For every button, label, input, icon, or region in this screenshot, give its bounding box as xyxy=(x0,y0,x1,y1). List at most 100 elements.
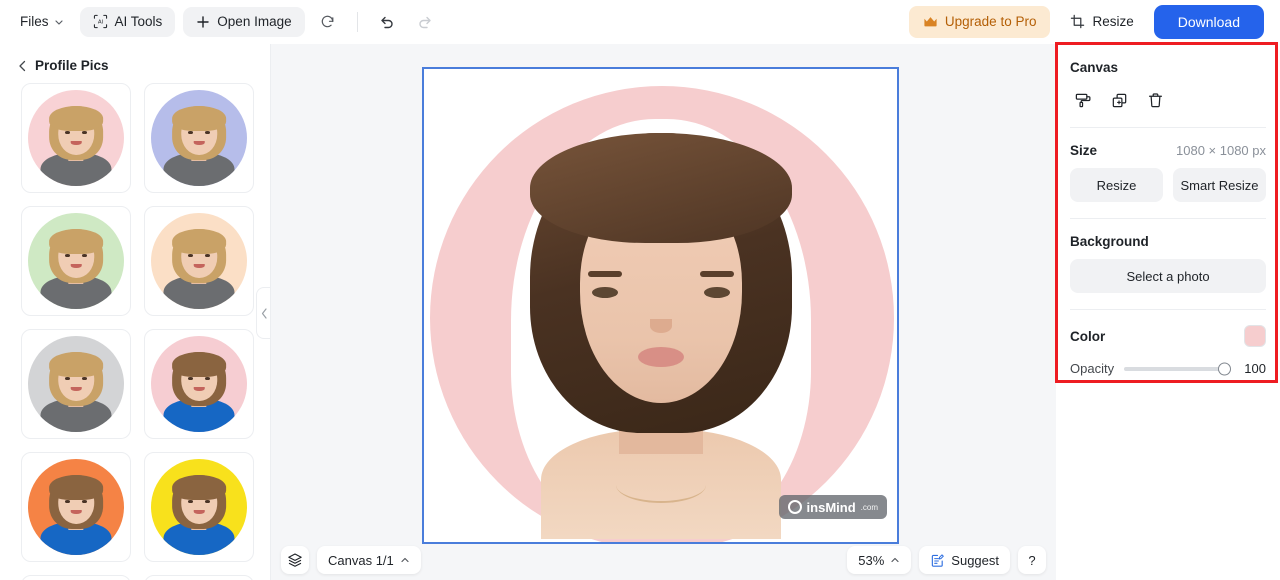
help-button[interactable]: ? xyxy=(1018,546,1046,574)
sticker-lips xyxy=(637,347,684,367)
size-label: Size xyxy=(1070,143,1098,158)
trash-icon[interactable] xyxy=(1142,87,1168,113)
zoom-level-label: 53% xyxy=(858,552,885,568)
canvas-section: Canvas xyxy=(1056,44,1280,127)
thumbnail-circle xyxy=(151,213,247,309)
canvas-section-title: Canvas xyxy=(1070,60,1119,75)
upgrade-label: Upgrade to Pro xyxy=(944,14,1037,29)
redo-button[interactable] xyxy=(410,7,440,37)
layers-button[interactable] xyxy=(281,546,309,574)
resize-button[interactable]: Resize xyxy=(1060,6,1143,38)
toolbar-divider xyxy=(356,11,358,32)
files-label: Files xyxy=(20,14,49,29)
profile-pic-thumbnail[interactable] xyxy=(144,83,254,193)
paint-roller-icon[interactable] xyxy=(1070,87,1096,113)
sticker-necklace xyxy=(615,467,706,503)
thumb-eye-right xyxy=(81,377,87,381)
color-swatch[interactable] xyxy=(1244,325,1266,347)
crop-icon xyxy=(1070,14,1085,29)
plus-icon xyxy=(196,15,210,29)
thumbnail-circle xyxy=(151,336,247,432)
color-label: Color xyxy=(1070,328,1106,344)
refresh-button[interactable] xyxy=(313,7,343,37)
profile-pic-thumbnail[interactable] xyxy=(21,452,131,562)
insmind-logo-icon xyxy=(787,500,802,514)
thumb-eye-right xyxy=(81,500,87,504)
background-section: Background Select a photo xyxy=(1056,219,1280,293)
profile-pic-thumbnail[interactable] xyxy=(144,452,254,562)
smart-resize-button[interactable]: Smart Resize xyxy=(1173,168,1266,202)
sticker-eyebrow-right xyxy=(699,271,734,277)
canvas-tool-icons xyxy=(1070,75,1266,127)
background-label: Background xyxy=(1070,234,1149,249)
thumb-hair-front xyxy=(49,229,103,255)
thumbnail-circle xyxy=(28,213,124,309)
profile-pic-thumbnail[interactable] xyxy=(21,83,131,193)
thumb-hair-front xyxy=(172,475,226,501)
resize-panel-button[interactable]: Resize xyxy=(1070,168,1163,202)
thumb-eye-right xyxy=(81,131,87,135)
canvas-artboard[interactable]: insMind .com xyxy=(422,67,899,544)
sidebar-collapse-handle[interactable] xyxy=(256,287,270,339)
chevron-up-icon xyxy=(400,555,410,565)
sidebar-title: Profile Pics xyxy=(35,58,109,73)
refresh-icon xyxy=(319,13,336,30)
portrait-sticker[interactable] xyxy=(496,119,826,539)
canvas-stage[interactable]: insMind .com xyxy=(271,44,1056,580)
duplicate-icon[interactable] xyxy=(1106,87,1132,113)
thumb-eye-right xyxy=(204,377,210,381)
profile-pic-thumbnail[interactable] xyxy=(144,206,254,316)
profile-pic-thumbnail[interactable] xyxy=(21,206,131,316)
opacity-slider[interactable] xyxy=(1124,362,1231,375)
download-button[interactable]: Download xyxy=(1153,4,1264,39)
profile-pic-thumbnail[interactable] xyxy=(21,575,131,580)
size-row: Size 1080 × 1080 px xyxy=(1070,128,1266,168)
bottom-bar: Canvas 1/1 53% Suggest ? xyxy=(271,540,1056,580)
size-button-row: Resize Smart Resize xyxy=(1070,168,1266,218)
profile-pics-grid xyxy=(0,83,270,580)
thumb-hair-front xyxy=(49,475,103,501)
bottom-bar-right-group: 53% Suggest ? xyxy=(847,546,1046,574)
opacity-label: Opacity xyxy=(1070,361,1115,376)
thumb-eye-right xyxy=(204,500,210,504)
redo-icon xyxy=(416,13,434,31)
undo-button[interactable] xyxy=(372,7,402,37)
ai-sparkle-icon: AI xyxy=(93,14,108,29)
chevron-up-icon xyxy=(890,555,900,565)
resize-label: Resize xyxy=(1092,14,1134,29)
thumb-eye-right xyxy=(204,131,210,135)
upgrade-to-pro-button[interactable]: Upgrade to Pro xyxy=(908,5,1051,38)
profile-pic-thumbnail[interactable] xyxy=(21,329,131,439)
opacity-row: Opacity 100 xyxy=(1070,357,1266,376)
sidebar-header: Profile Pics xyxy=(0,44,270,83)
canvas-page-selector[interactable]: Canvas 1/1 xyxy=(317,546,421,574)
files-menu-button[interactable]: Files xyxy=(12,8,72,35)
sidebar-back-button[interactable] xyxy=(18,60,27,72)
left-sidebar: Profile Pics xyxy=(0,44,271,580)
select-a-photo-button[interactable]: Select a photo xyxy=(1070,259,1266,293)
size-value: 1080 × 1080 px xyxy=(1176,143,1266,158)
suggest-button[interactable]: Suggest xyxy=(919,546,1010,574)
suggest-label: Suggest xyxy=(951,552,999,568)
help-label: ? xyxy=(1028,552,1036,568)
opacity-slider-knob[interactable] xyxy=(1218,362,1231,375)
ai-tools-label: AI Tools xyxy=(114,14,163,29)
background-row: Background xyxy=(1070,219,1266,259)
download-label: Download xyxy=(1177,13,1240,30)
thumbnail-circle xyxy=(151,90,247,186)
opacity-value: 100 xyxy=(1244,361,1266,376)
profile-pic-thumbnail[interactable] xyxy=(144,329,254,439)
open-image-button[interactable]: Open Image xyxy=(183,6,305,37)
sticker-eyebrow-left xyxy=(587,271,622,277)
thumb-hair-front xyxy=(172,229,226,255)
ai-tools-button[interactable]: AI AI Tools xyxy=(79,6,176,37)
canvas-page-label: Canvas 1/1 xyxy=(328,552,394,568)
thumb-eye-right xyxy=(204,254,210,258)
layers-icon xyxy=(287,552,303,568)
top-toolbar: Files AI AI Tools Open Image Upgrade to … xyxy=(0,0,1280,44)
profile-pic-thumbnail[interactable] xyxy=(144,575,254,580)
toolbar-left-group: Files AI AI Tools Open Image xyxy=(12,6,440,37)
color-section: Color Opacity 100 xyxy=(1056,310,1280,376)
watermark-domain: .com xyxy=(860,502,878,512)
zoom-level-selector[interactable]: 53% xyxy=(847,546,912,574)
